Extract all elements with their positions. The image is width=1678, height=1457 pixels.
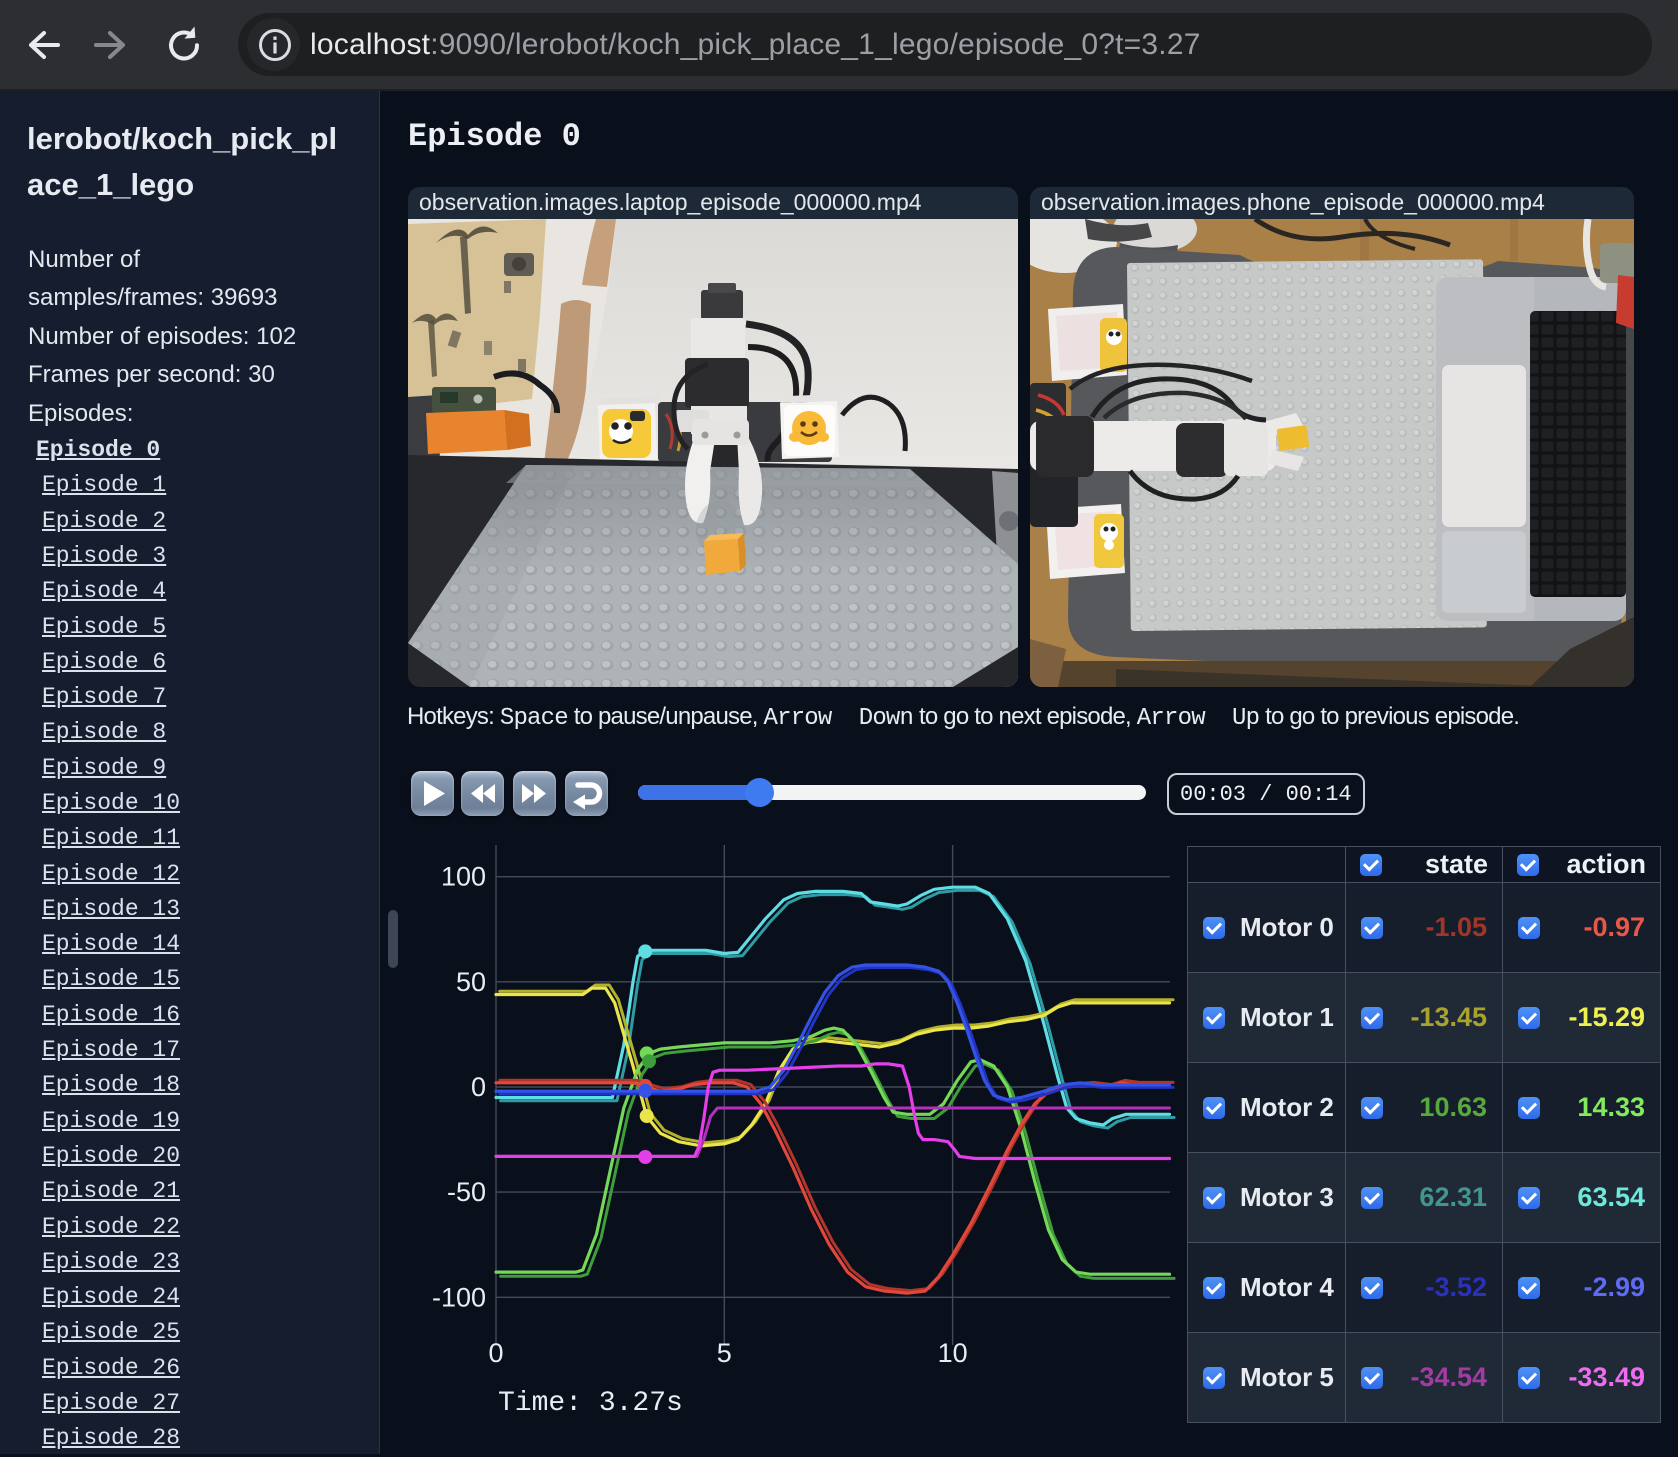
svg-text:0: 0 bbox=[488, 1338, 503, 1368]
svg-text:50: 50 bbox=[456, 967, 486, 997]
svg-text:-100: -100 bbox=[432, 1282, 486, 1312]
svg-text:100: 100 bbox=[441, 862, 486, 892]
svg-text:Time: 3.27s: Time: 3.27s bbox=[498, 1388, 683, 1419]
svg-text:10: 10 bbox=[938, 1338, 968, 1368]
svg-text:-50: -50 bbox=[447, 1177, 486, 1207]
svg-text:0: 0 bbox=[471, 1072, 486, 1102]
svg-text:5: 5 bbox=[717, 1338, 732, 1368]
